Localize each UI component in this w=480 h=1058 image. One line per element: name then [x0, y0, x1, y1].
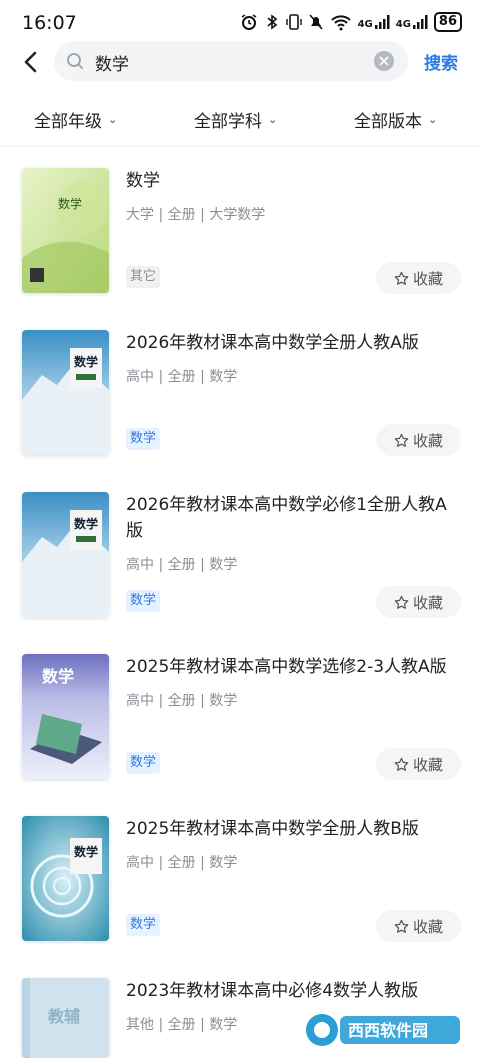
signal-icon-1: 4G [358, 14, 390, 30]
filter-label: 全部学科 [194, 112, 262, 132]
bluetooth-icon [264, 13, 280, 31]
status-icons: 4G 4G 86 [240, 12, 462, 32]
network-type-label: 4G [395, 19, 411, 30]
category-tag: 数学 [126, 914, 161, 936]
watermark-logo: 西西软件园 [302, 1010, 462, 1050]
favorite-button[interactable]: 收藏 [376, 424, 461, 456]
book-cover[interactable]: 数学 [22, 168, 109, 293]
cover-title-text: 数学 [74, 844, 98, 859]
favorite-label: 收藏 [412, 593, 443, 612]
list-item[interactable]: 数学 2026年教材课本高中数学全册人教A版 高中 | 全册 | 数学 数学 收… [0, 310, 480, 472]
cover-title-text: 数学 [58, 196, 82, 211]
search-row: 数学 搜索 [0, 40, 480, 84]
filter-grade-dropdown[interactable]: 全部年级 ⌄ [34, 107, 117, 132]
book-cover[interactable]: 数学 [22, 654, 109, 779]
star-icon [394, 757, 409, 771]
book-title[interactable]: 2026年教材课本高中数学全册人教A版 [126, 330, 462, 356]
book-meta: 高中 | 全册 | 数学 [126, 693, 238, 709]
book-cover[interactable]: 教辅 [22, 978, 109, 1058]
battery-indicator: 86 [433, 12, 462, 32]
chevron-down-icon: ⌄ [108, 113, 118, 126]
search-input[interactable]: 数学 [54, 41, 408, 81]
back-arrow-icon [24, 51, 37, 73]
cover-title-text: 数学 [42, 667, 74, 686]
book-meta: 高中 | 全册 | 数学 [126, 369, 238, 385]
book-cover[interactable]: 数学 [22, 330, 109, 455]
search-query-text[interactable]: 数学 [95, 50, 129, 75]
list-item[interactable]: 数学 2025年教材课本高中数学选修2-3人教A版 高中 | 全册 | 数学 数… [0, 634, 480, 796]
book-title[interactable]: 2025年教材课本高中数学选修2-3人教A版 [126, 654, 462, 680]
alarm-icon [240, 13, 258, 31]
favorite-button[interactable]: 收藏 [376, 586, 461, 618]
divider [0, 146, 480, 147]
book-title[interactable]: 2025年教材课本高中数学全册人教B版 [126, 816, 462, 842]
vibrate-icon [285, 13, 302, 31]
status-bar: 16:07 4G 4G 86 [0, 0, 480, 44]
star-icon [394, 919, 409, 933]
book-meta: 其他 | 全册 | 数学 [126, 1017, 238, 1033]
filter-edition-dropdown[interactable]: 全部版本 ⌄ [354, 107, 437, 132]
star-icon [394, 433, 409, 447]
list-item[interactable]: 数学 2026年教材课本高中数学必修1全册人教A版 高中 | 全册 | 数学 数… [0, 472, 480, 634]
book-title[interactable]: 2023年教材课本高中必修4数学人教版 [126, 978, 462, 1004]
clear-search-button[interactable] [374, 51, 394, 71]
cover-title-text: 数学 [74, 354, 98, 369]
back-button[interactable] [16, 48, 44, 76]
filter-bar: 全部年级 ⌄ 全部学科 ⌄ 全部版本 ⌄ [0, 96, 480, 142]
cover-title-text: 教辅 [48, 1007, 80, 1026]
list-item[interactable]: 数学 2025年教材课本高中数学全册人教B版 高中 | 全册 | 数学 数学 收… [0, 796, 480, 958]
category-tag: 数学 [126, 428, 161, 450]
book-title[interactable]: 数学 [126, 168, 462, 194]
cover-title-text: 数学 [74, 516, 98, 531]
watermark-text: 西西软件园 [348, 1021, 428, 1040]
status-time: 16:07 [22, 12, 77, 34]
star-icon [394, 271, 409, 285]
book-cover[interactable]: 数学 [22, 816, 109, 941]
filter-label: 全部年级 [34, 112, 102, 132]
chevron-down-icon: ⌄ [428, 113, 438, 126]
search-icon [66, 52, 84, 74]
filter-subject-dropdown[interactable]: 全部学科 ⌄ [194, 107, 277, 132]
favorite-button[interactable]: 收藏 [376, 910, 461, 942]
favorite-label: 收藏 [412, 269, 443, 288]
book-meta: 高中 | 全册 | 数学 [126, 855, 238, 871]
wifi-icon [330, 13, 352, 31]
book-meta: 大学 | 全册 | 大学数学 [126, 207, 266, 223]
book-cover[interactable]: 数学 [22, 492, 109, 617]
mute-icon [308, 13, 324, 31]
book-meta: 高中 | 全册 | 数学 [126, 557, 238, 573]
star-icon [394, 595, 409, 609]
chevron-down-icon: ⌄ [268, 113, 278, 126]
book-title[interactable]: 2026年教材课本高中数学必修1全册人教A版 [126, 492, 462, 544]
category-tag: 数学 [126, 752, 161, 774]
category-tag: 数学 [126, 590, 161, 612]
favorite-button[interactable]: 收藏 [376, 748, 461, 780]
favorite-button[interactable]: 收藏 [376, 262, 461, 294]
list-item[interactable]: 数学 数学 大学 | 全册 | 大学数学 其它 收藏 [0, 148, 480, 310]
signal-icon-2: 4G [396, 14, 428, 30]
favorite-label: 收藏 [412, 917, 443, 936]
favorite-label: 收藏 [412, 431, 443, 450]
close-icon [379, 56, 389, 66]
category-tag: 其它 [126, 266, 161, 288]
favorite-label: 收藏 [412, 755, 443, 774]
filter-label: 全部版本 [354, 112, 422, 132]
search-button[interactable]: 搜索 [424, 49, 458, 74]
network-type-label: 4G [357, 19, 373, 30]
